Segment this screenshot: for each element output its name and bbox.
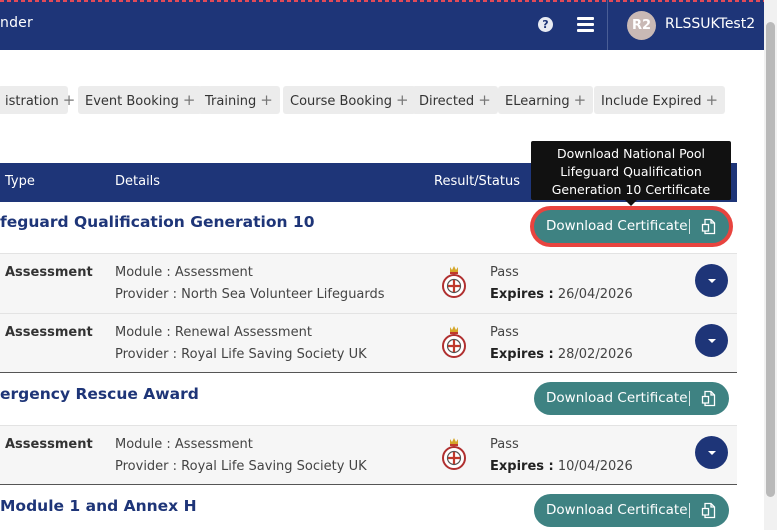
rlss-crest-icon	[442, 326, 466, 358]
expand-row-button[interactable]	[695, 324, 728, 357]
table-row: Assessment Module : Assessment Provider …	[0, 425, 737, 485]
app-title: nder	[0, 15, 33, 31]
hamburger-menu-icon[interactable]	[577, 16, 594, 32]
filter-chip-event-booking[interactable]: Event Booking +	[78, 86, 203, 114]
download-certificate-label: Download Certificate	[546, 390, 688, 406]
button-separator	[689, 391, 690, 406]
vertical-scrollbar[interactable]	[764, 0, 777, 530]
table-row: Assessment Module : Assessment Provider …	[0, 253, 737, 313]
expires-label: Expires :	[490, 287, 554, 302]
filter-chip-label: Training	[205, 94, 257, 109]
row-provider: Provider : Royal Life Saving Society UK	[115, 459, 367, 474]
plus-icon: +	[182, 91, 196, 109]
header-accent-stripe	[0, 0, 764, 2]
button-separator	[689, 219, 690, 234]
column-header-details: Details	[115, 174, 161, 189]
row-type: Assessment	[5, 325, 93, 340]
expires-date: 10/04/2026	[557, 459, 633, 474]
qualification-title: feguard Qualification Generation 10	[0, 213, 315, 231]
row-expiry: Expires : 10/04/2026	[490, 459, 633, 474]
row-provider: Provider : North Sea Volunteer Lifeguard…	[115, 287, 385, 302]
download-certificate-button[interactable]: Download Certificate	[534, 210, 729, 243]
expand-row-button[interactable]	[695, 436, 728, 469]
expires-date: 28/02/2026	[557, 347, 633, 362]
expires-label: Expires :	[490, 347, 554, 362]
row-type: Assessment	[5, 265, 93, 280]
tooltip-line: Generation 10 Certificate	[551, 182, 711, 197]
filter-chip-training[interactable]: Training +	[198, 86, 280, 114]
tooltip-line: Lifeguard Qualification	[560, 164, 702, 179]
download-certificate-label: Download Certificate	[546, 502, 688, 518]
expires-label: Expires :	[490, 459, 554, 474]
row-module: Module : Assessment	[115, 437, 253, 452]
row-result: Pass	[490, 265, 519, 280]
top-navigation-bar: nder ? R2 RLSSUKTest2	[0, 0, 764, 50]
expires-date: 26/04/2026	[557, 287, 633, 302]
filter-chip-label: Event Booking	[85, 94, 179, 109]
row-result: Pass	[490, 437, 519, 452]
download-tooltip: Download National Pool Lifeguard Qualifi…	[531, 141, 731, 200]
page: nder ? R2 RLSSUKTest2 istration + Event B…	[0, 0, 777, 530]
filter-chip-course-booking[interactable]: Course Booking +	[283, 86, 416, 114]
filter-chip-label: ELearning	[505, 94, 570, 109]
row-provider: Provider : Royal Life Saving Society UK	[115, 347, 367, 362]
username[interactable]: RLSSUKTest2	[665, 16, 755, 32]
filter-chip-label: Include Expired	[601, 94, 702, 109]
button-separator	[689, 503, 690, 518]
plus-icon: +	[573, 91, 587, 109]
filter-chip-label: Directed	[419, 94, 475, 109]
download-certificate-button[interactable]: Download Certificate	[534, 382, 729, 415]
rlss-crest-icon	[442, 266, 466, 298]
avatar[interactable]: R2	[627, 11, 656, 40]
plus-icon: +	[395, 91, 409, 109]
expand-row-button[interactable]	[695, 264, 728, 297]
filter-chip-include-expired[interactable]: Include Expired +	[594, 86, 726, 114]
row-result: Pass	[490, 325, 519, 340]
help-icon[interactable]: ?	[538, 17, 553, 32]
row-expiry: Expires : 28/02/2026	[490, 347, 633, 362]
document-download-icon	[701, 218, 716, 235]
filter-chip-label: istration	[5, 94, 59, 109]
filter-chip-elearning[interactable]: ELearning +	[498, 86, 594, 114]
qualification-title: ergency Rescue Award	[0, 385, 199, 403]
plus-icon: +	[478, 91, 491, 109]
tooltip-arrow	[625, 200, 637, 206]
document-download-icon	[701, 502, 716, 519]
filter-chip-label: Course Booking	[290, 94, 392, 109]
download-certificate-button[interactable]: Download Certificate	[534, 494, 729, 527]
row-module: Module : Renewal Assessment	[115, 325, 312, 340]
row-expiry: Expires : 26/04/2026	[490, 287, 633, 302]
plus-icon: +	[705, 91, 719, 109]
plus-icon: +	[62, 91, 76, 109]
table-row: Assessment Module : Renewal Assessment P…	[0, 313, 737, 373]
row-module: Module : Assessment	[115, 265, 253, 280]
plus-icon: +	[260, 91, 273, 109]
column-header-type: Type	[5, 174, 35, 189]
filter-chip-directed[interactable]: Directed +	[412, 86, 498, 114]
column-header-result: Result/Status	[434, 174, 520, 189]
scrollbar-thumb[interactable]	[766, 22, 775, 497]
header-divider	[607, 0, 608, 50]
qualification-title: Module 1 and Annex H	[0, 497, 197, 515]
rlss-crest-icon	[442, 438, 466, 470]
tooltip-line: Download National Pool	[556, 146, 706, 161]
filter-chip-registration[interactable]: istration +	[0, 86, 75, 114]
document-download-icon	[701, 390, 716, 407]
row-type: Assessment	[5, 437, 93, 452]
download-certificate-label: Download Certificate	[546, 218, 688, 234]
